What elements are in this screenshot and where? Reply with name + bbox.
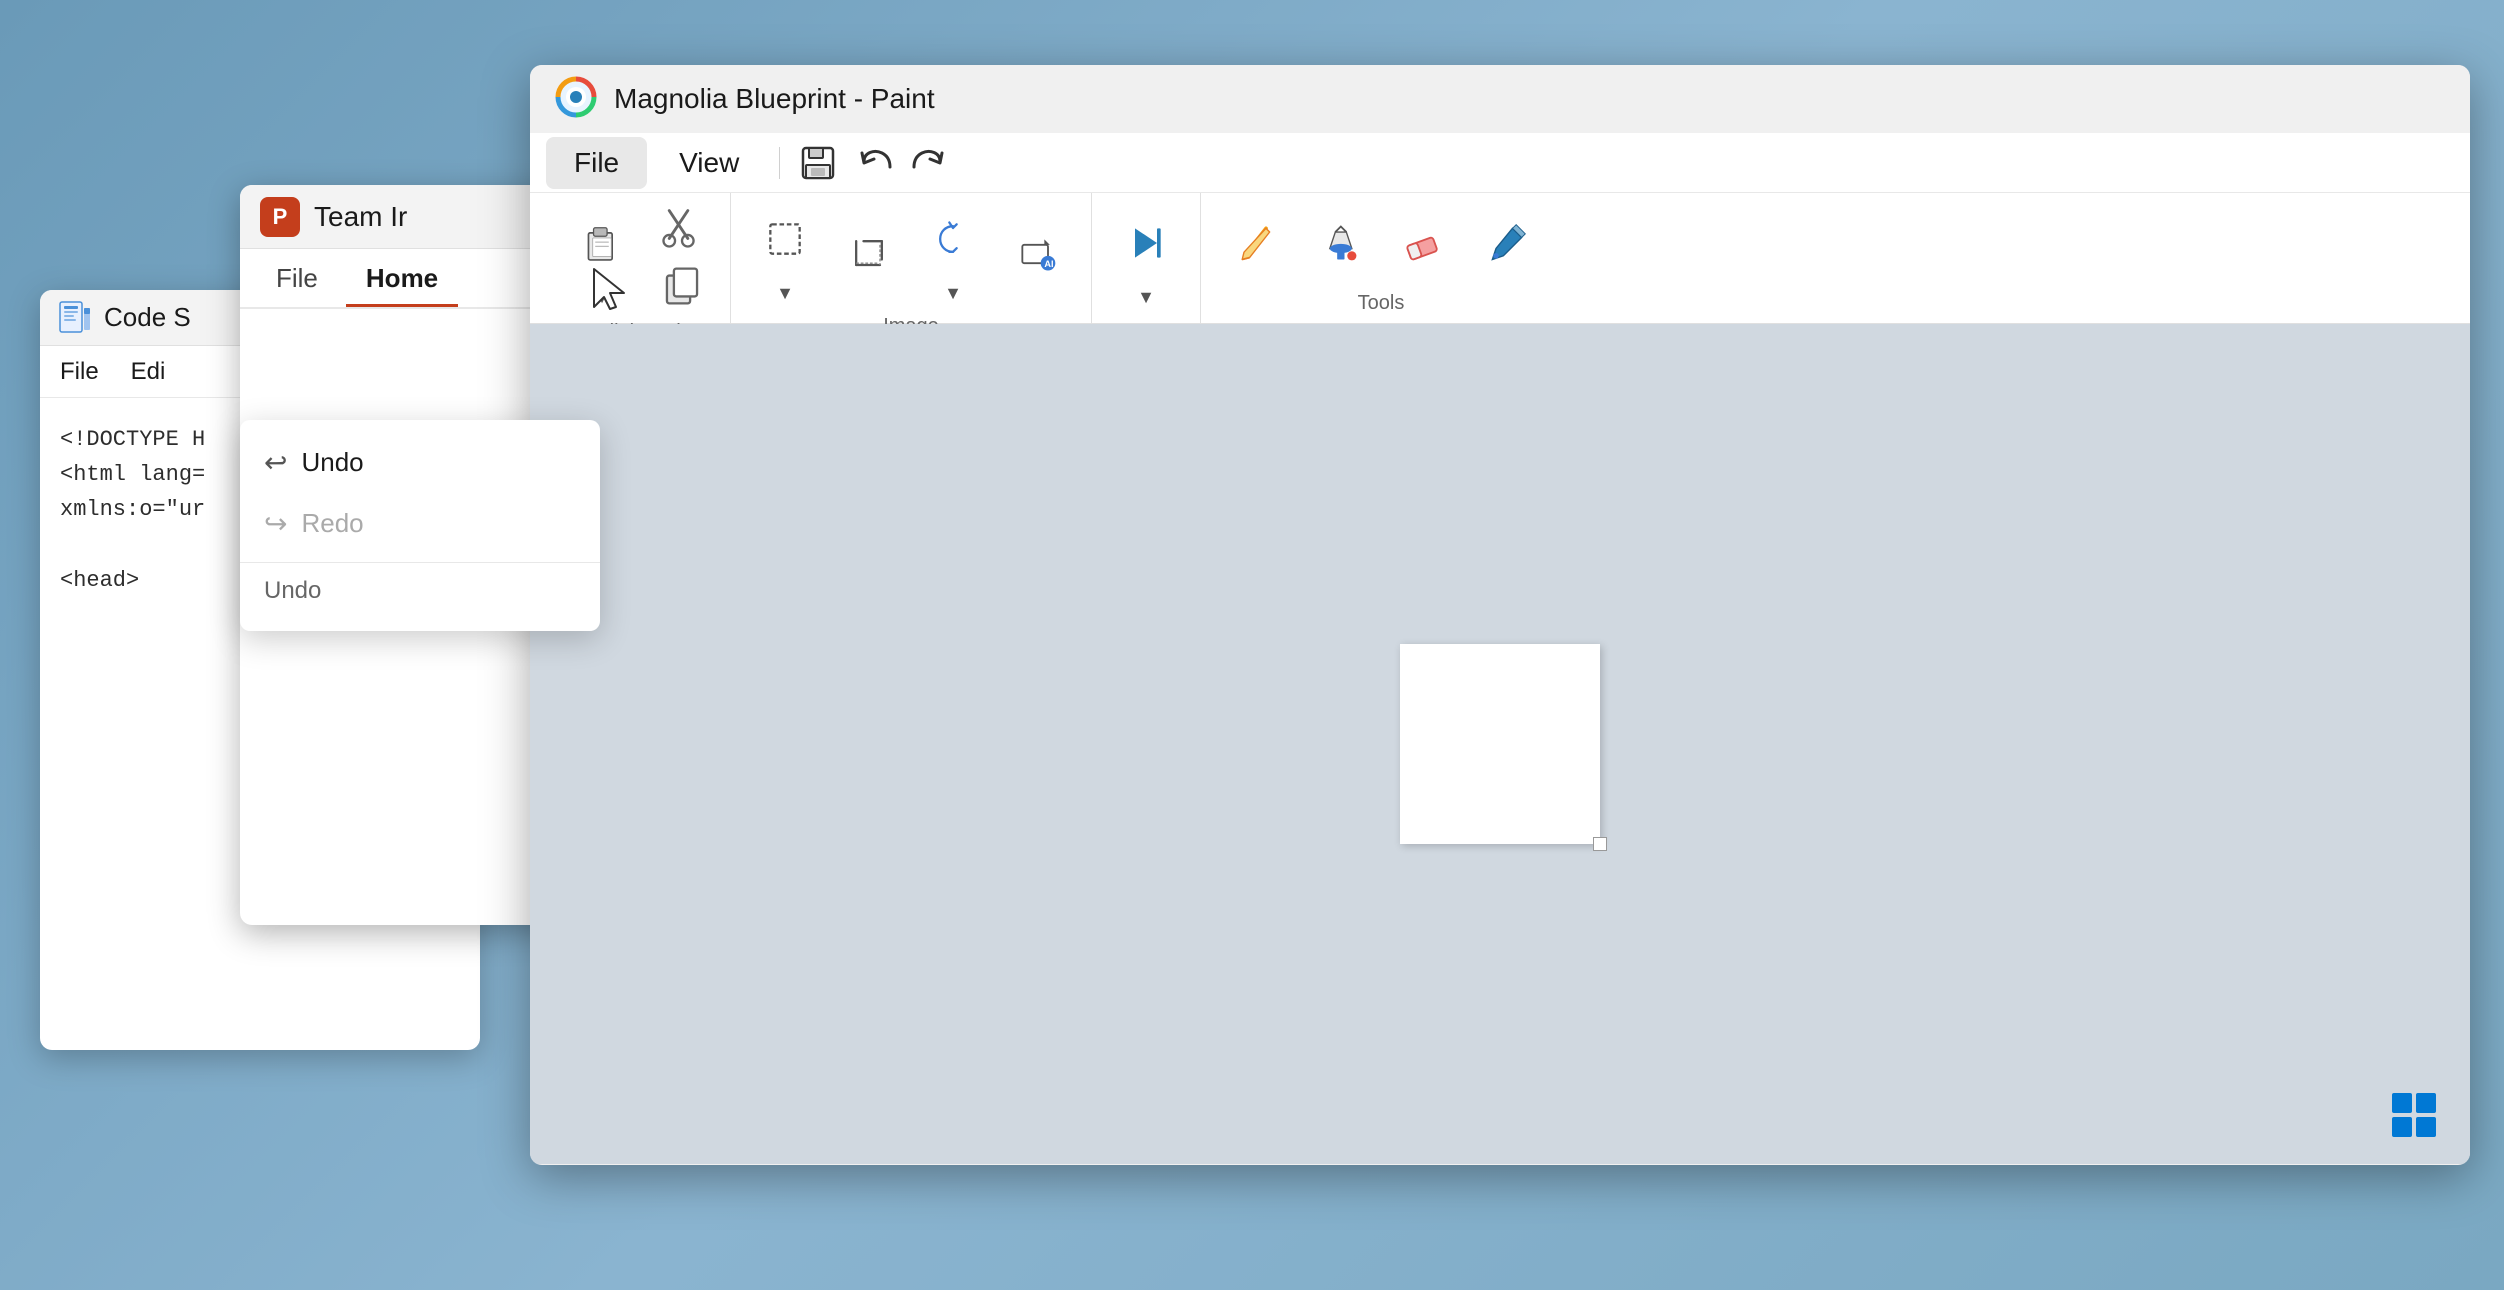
ppt-tab-home[interactable]: Home	[346, 253, 458, 307]
copy-button[interactable]	[650, 259, 714, 313]
select-dropdown[interactable]: ▼	[767, 279, 803, 307]
clipboard-tools: ▼	[562, 201, 714, 313]
paint-title: Magnolia Blueprint - Paint	[614, 83, 2446, 115]
paste-dropdown[interactable]: ▼	[584, 283, 620, 311]
paint-menu-divider	[779, 147, 780, 179]
cut-button[interactable]	[650, 201, 714, 255]
canvas-resize-handle[interactable]	[1593, 837, 1607, 851]
redo-item[interactable]: ↪ Redo	[240, 493, 600, 554]
paint-app-icon	[554, 75, 598, 124]
ai-enhance-button[interactable]: AI	[999, 216, 1075, 292]
resize-section: ▼	[1092, 193, 1201, 323]
fill-button[interactable]	[1108, 205, 1184, 281]
fill-bucket-button[interactable]	[1301, 205, 1377, 281]
ppt-tab-file[interactable]: File	[256, 253, 338, 307]
eraser-button[interactable]	[1385, 205, 1461, 281]
paint-canvas[interactable]	[530, 324, 2470, 1164]
redo-icon: ↪	[264, 507, 287, 540]
code-menu-file[interactable]: File	[60, 358, 99, 386]
code-editor-app-icon	[56, 300, 92, 336]
paint-ribbon: File View	[530, 133, 2470, 324]
canvas-drawing-area[interactable]	[1400, 644, 1600, 844]
image-tools: ▼	[747, 201, 1075, 307]
color-picker-button[interactable]	[1469, 205, 1545, 281]
undo-footer: Undo	[240, 562, 600, 619]
tools-label: Tools	[1358, 284, 1405, 315]
rotate-dropdown[interactable]: ▼	[935, 279, 971, 307]
paste-button[interactable]	[562, 203, 642, 283]
paint-titlebar: Magnolia Blueprint - Paint	[530, 65, 2470, 133]
code-menu-edit[interactable]: Edi	[131, 358, 166, 386]
paint-menubar: File View	[530, 133, 2470, 193]
paint-ribbon-tools: ▼	[530, 193, 2470, 323]
fill-dropdown[interactable]: ▼	[1128, 283, 1164, 311]
paint-menu-view[interactable]: View	[651, 137, 767, 189]
ppt-title: Team Ir	[314, 201, 407, 233]
crop-button[interactable]	[831, 216, 907, 292]
select-button[interactable]	[747, 201, 823, 277]
code-editor-title: Code S	[104, 302, 191, 333]
undo-icon: ↩	[264, 446, 287, 479]
rotate-button[interactable]	[915, 201, 991, 277]
redo-button[interactable]	[904, 137, 956, 189]
tools-section: Tools	[1201, 193, 1561, 323]
ppt-app-icon: P	[260, 197, 300, 237]
tools-row	[1217, 201, 1545, 284]
undo-dropdown: ↩ Undo ↪ Redo Undo	[240, 420, 600, 631]
undo-label: Undo	[301, 447, 363, 478]
clipboard-section: ▼	[546, 193, 731, 323]
save-button[interactable]	[792, 137, 844, 189]
pencil-button[interactable]	[1217, 205, 1293, 281]
desktop: Code S File Edi <!DOCTYPE H <html lang= …	[0, 0, 2504, 1290]
resize-tools: ▼	[1108, 201, 1184, 315]
taskbar-grid-icon[interactable]	[2388, 1089, 2440, 1141]
svg-text:AI: AI	[1044, 259, 1053, 269]
undo-item[interactable]: ↩ Undo	[240, 432, 600, 493]
redo-label: Redo	[301, 508, 363, 539]
paint-window: Magnolia Blueprint - Paint File View	[530, 65, 2470, 1165]
undo-button[interactable]	[848, 137, 900, 189]
paint-menu-file[interactable]: File	[546, 137, 647, 189]
image-section: ▼	[731, 193, 1092, 323]
undo-footer-label: Undo	[264, 577, 321, 604]
